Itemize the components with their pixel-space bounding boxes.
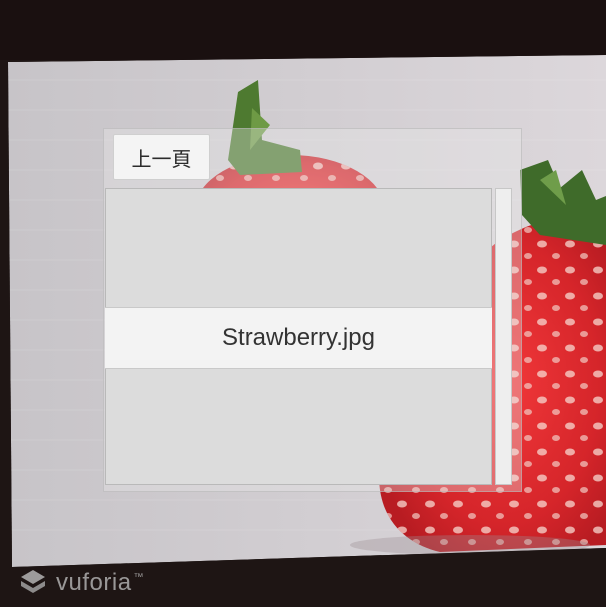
previous-page-button[interactable]: 上一頁 [113,134,210,180]
vuforia-watermark: vuforia ™ [18,568,144,598]
vuforia-brand-text: vuforia [56,569,132,596]
list-scrollbar[interactable] [495,188,512,485]
trademark-symbol: ™ [133,572,144,583]
list-item-strawberry-jpg[interactable]: Strawberry.jpg [105,307,492,369]
ar-camera-view: 上一頁 Strawberry.jpg vuforia ™ [0,0,606,607]
vuforia-logo-icon [21,570,45,593]
file-list[interactable]: Strawberry.jpg [105,188,492,485]
